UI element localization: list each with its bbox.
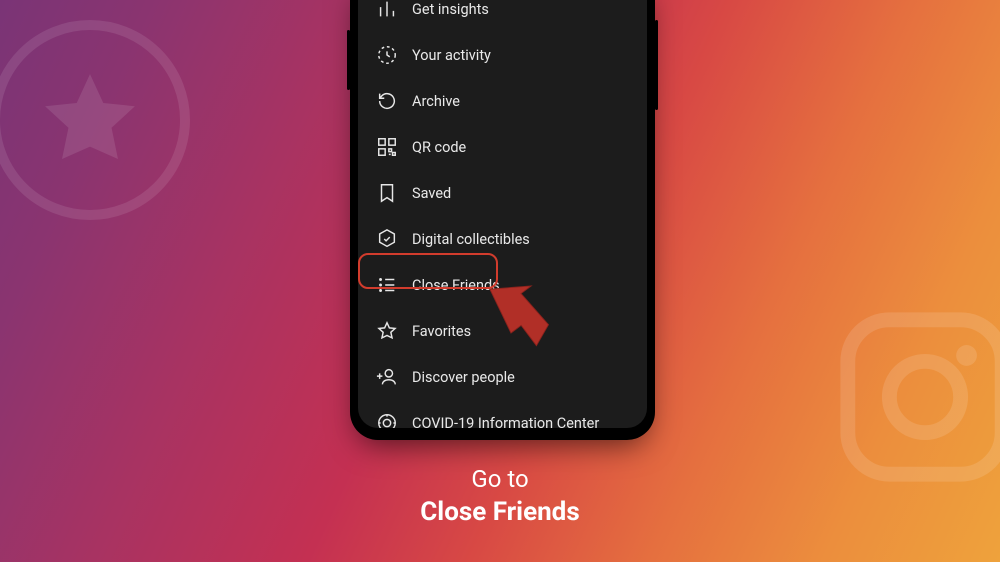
saved-icon (376, 182, 398, 204)
menu-item-discover-people[interactable]: Discover people (358, 354, 647, 400)
menu-label: Discover people (412, 369, 515, 386)
caption-line-2: Close Friends (0, 495, 1000, 530)
menu-label: QR code (412, 139, 466, 156)
caption-line-1: Go to (471, 465, 528, 493)
menu-label: Favorites (412, 323, 471, 340)
menu-label: Digital collectibles (412, 231, 530, 248)
menu-item-digital-collectibles[interactable]: Digital collectibles (358, 216, 647, 262)
close-friends-icon (376, 274, 398, 296)
menu-item-close-friends[interactable]: Close Friends (358, 262, 647, 308)
menu-item-qr-code[interactable]: QR code (358, 124, 647, 170)
menu-item-covid-info[interactable]: COVID-19 Information Center (358, 400, 647, 428)
decorative-star-circle (0, 20, 190, 220)
menu-label: Saved (412, 185, 451, 202)
menu-label: Close Friends (412, 277, 500, 294)
phone-screen: Get insights Your activity Archive (358, 0, 647, 428)
menu-label: Archive (412, 93, 460, 110)
discover-people-icon (376, 366, 398, 388)
menu-item-get-insights[interactable]: Get insights (358, 0, 647, 32)
star-icon (35, 65, 145, 175)
phone-frame: Get insights Your activity Archive (350, 0, 655, 440)
instruction-caption: Go to Close Friends (0, 463, 1000, 530)
profile-menu: Get insights Your activity Archive (358, 0, 647, 428)
menu-item-archive[interactable]: Archive (358, 78, 647, 124)
activity-icon (376, 44, 398, 66)
archive-icon (376, 90, 398, 112)
menu-item-saved[interactable]: Saved (358, 170, 647, 216)
covid-info-icon (376, 412, 398, 428)
menu-label: Get insights (412, 1, 489, 18)
digital-collectibles-icon (376, 228, 398, 250)
qr-code-icon (376, 136, 398, 158)
favorites-icon (376, 320, 398, 342)
menu-item-your-activity[interactable]: Your activity (358, 32, 647, 78)
insights-icon (376, 0, 398, 20)
menu-label: Your activity (412, 47, 491, 64)
menu-item-favorites[interactable]: Favorites (358, 308, 647, 354)
menu-label: COVID-19 Information Center (412, 415, 599, 429)
